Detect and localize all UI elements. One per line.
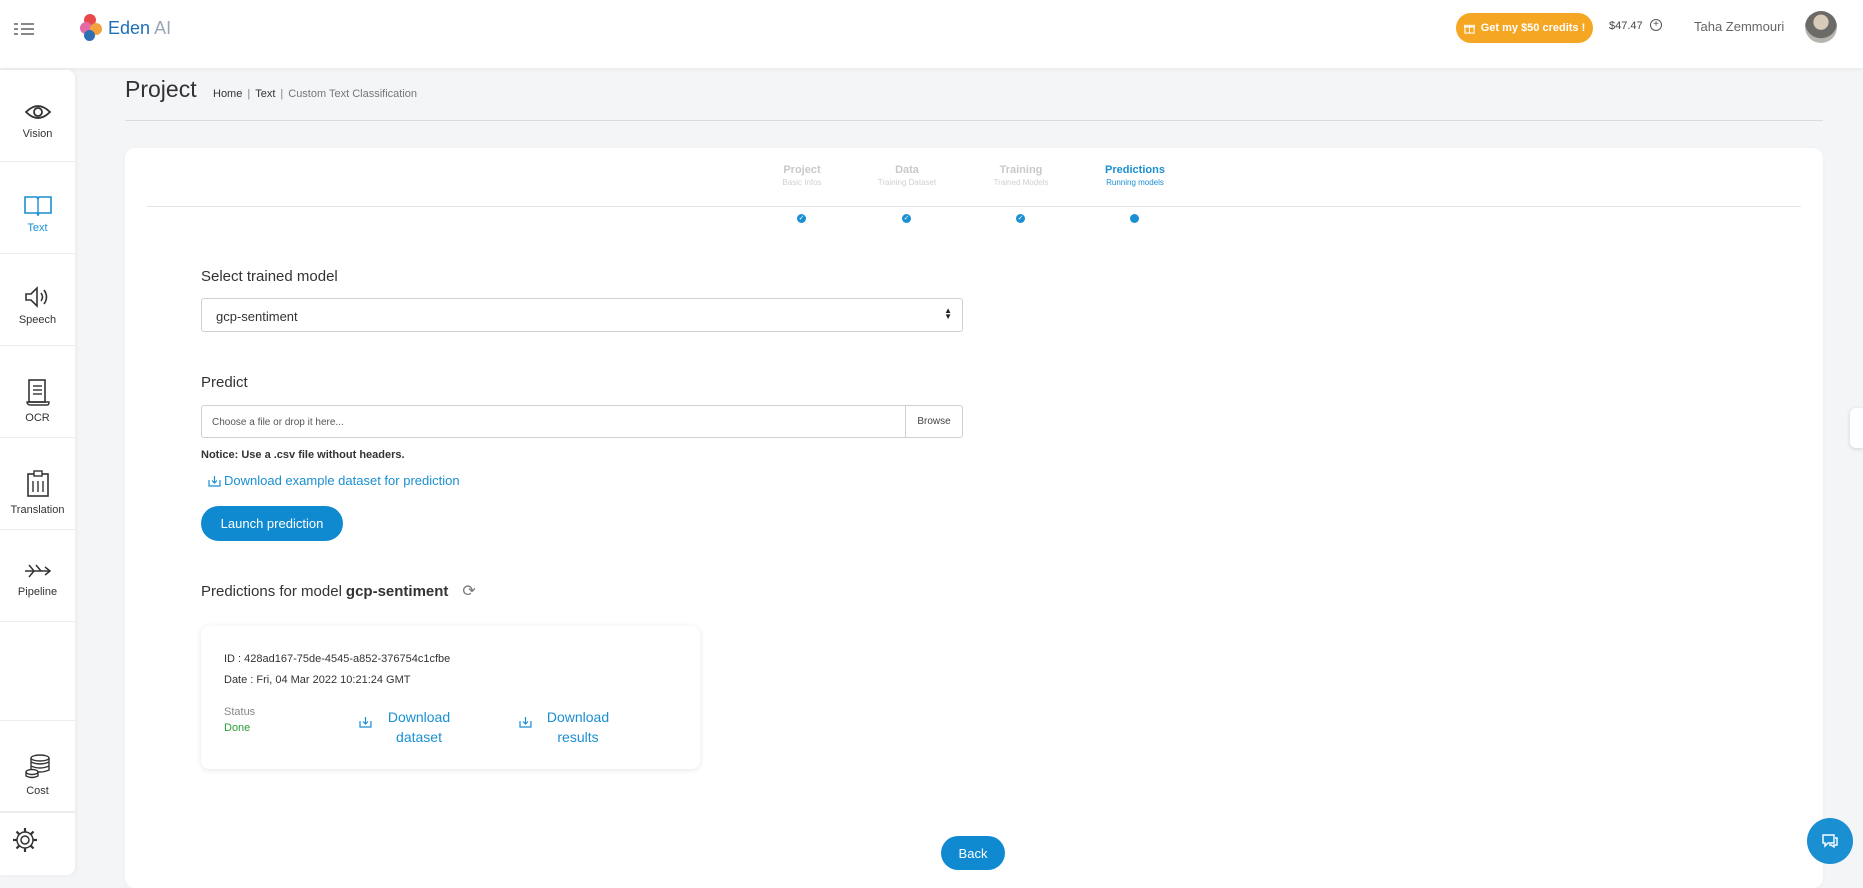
gear-icon — [13, 828, 37, 852]
model-select-value: gcp-sentiment — [216, 309, 298, 324]
clipboard-icon — [26, 470, 49, 497]
predictions-heading: Predictions for model gcp-sentiment ⟳ — [201, 581, 476, 601]
check-icon: ✓ — [797, 214, 806, 223]
book-icon — [23, 196, 52, 216]
sidebar-item-translation[interactable]: Translation — [0, 438, 75, 530]
divider — [125, 120, 1823, 121]
download-results-label: results — [557, 729, 599, 745]
step-title: Data — [895, 164, 919, 176]
sidebar-item-cost[interactable]: Cost — [0, 720, 75, 812]
download-icon — [359, 717, 372, 728]
chat-icon — [1822, 834, 1838, 849]
settings-button[interactable] — [12, 827, 38, 858]
speaker-icon — [24, 286, 47, 308]
main-card: Project Basic Infos ✓ Data Training Data… — [125, 148, 1823, 888]
gift-icon — [1463, 24, 1475, 34]
back-button[interactable]: Back — [941, 836, 1005, 870]
stepper-line — [147, 206, 1801, 207]
step-training[interactable]: Training Trained Models ✓ — [976, 164, 1066, 223]
select-model-label: Select trained model — [201, 268, 338, 285]
logo[interactable]: Eden AI — [80, 14, 171, 42]
sidebar-item-text[interactable]: Text — [0, 162, 75, 254]
sidebar-item-label: Vision — [22, 128, 53, 140]
download-dataset-link[interactable]: Download dataset — [379, 707, 459, 747]
sidebar-item-pipeline[interactable]: Pipeline — [0, 530, 75, 622]
page-title: Project — [125, 76, 197, 102]
download-example-label: Download example dataset for prediction — [224, 473, 460, 488]
step-title: Training — [999, 164, 1043, 176]
breadcrumb-home[interactable]: Home — [213, 88, 242, 100]
coins-icon — [24, 754, 50, 779]
eye-icon — [24, 105, 51, 119]
sidebar-item-label: Cost — [26, 785, 49, 797]
side-panel-toggle[interactable] — [1850, 408, 1863, 448]
menu-toggle-icon[interactable] — [14, 22, 36, 36]
sidebar-item-label: Translation — [10, 504, 65, 516]
step-subtitle: Training Dataset — [877, 178, 937, 187]
chat-button[interactable] — [1807, 818, 1853, 864]
launch-prediction-button[interactable]: Launch prediction — [201, 506, 343, 541]
download-icon — [208, 475, 221, 487]
sidebar-item-label: OCR — [25, 412, 50, 424]
breadcrumb: Home | Text | Custom Text Classification — [213, 88, 418, 100]
download-icon — [519, 717, 532, 728]
top-bar: Eden AI Get my $50 credits ! $47.47 + Ta… — [0, 0, 1863, 68]
step-subtitle: Basic Infos — [782, 178, 822, 187]
logo-text: Eden AI — [108, 17, 172, 38]
balance: $47.47 — [1609, 20, 1643, 32]
sidebar-item-vision[interactable]: Vision — [0, 70, 75, 162]
step-project[interactable]: Project Basic Infos ✓ — [757, 164, 847, 223]
download-example-link[interactable]: Download example dataset for prediction — [208, 473, 460, 488]
step-title: Project — [783, 164, 821, 176]
check-icon: ✓ — [902, 214, 911, 223]
breadcrumb-text[interactable]: Text — [255, 88, 275, 100]
prediction-card: ID : 428ad167-75de-4545-a852-376754c1cfb… — [201, 626, 700, 769]
sidebar-item-label: Speech — [18, 314, 57, 326]
download-results-label: Download — [546, 709, 610, 725]
username[interactable]: Taha Zemmouri — [1694, 19, 1784, 34]
download-dataset-label: Download — [387, 709, 451, 725]
check-icon: ✓ — [1016, 214, 1025, 223]
step-subtitle: Trained Models — [993, 178, 1049, 187]
get-credits-button[interactable]: Get my $50 credits ! — [1456, 13, 1593, 43]
scroll-icon — [25, 379, 50, 406]
step-data[interactable]: Data Training Dataset ✓ — [862, 164, 952, 223]
sidebar-item-ocr[interactable]: OCR — [0, 346, 75, 438]
select-arrows-icon: ▲ ▼ — [944, 306, 952, 321]
pipeline-icon — [24, 564, 51, 578]
logo-icon — [80, 14, 104, 42]
status-label: Status — [224, 706, 256, 718]
file-input[interactable]: Choose a file or drop it here... — [201, 405, 906, 438]
step-subtitle: Running models — [1106, 178, 1164, 187]
sidebar-item-label: Text — [27, 222, 48, 234]
step-predictions[interactable]: Predictions Running models — [1090, 164, 1180, 223]
active-step-dot — [1130, 214, 1139, 223]
predictions-model-name: gcp-sentiment — [345, 582, 449, 600]
refresh-icon[interactable]: ⟳ — [462, 581, 475, 601]
model-select[interactable]: gcp-sentiment ▲ ▼ — [201, 298, 963, 332]
predictions-title: Predictions for model — [201, 582, 342, 600]
credits-label: Get my $50 credits ! — [1480, 22, 1586, 34]
status-badge: Done — [224, 722, 251, 734]
predict-label: Predict — [201, 374, 248, 391]
notice-text: Notice: Use a .csv file without headers. — [201, 449, 405, 461]
breadcrumb-current: Custom Text Classification — [288, 88, 418, 100]
browse-button[interactable]: Browse — [905, 405, 963, 438]
prediction-date: Date : Fri, 04 Mar 2022 10:21:24 GMT — [224, 674, 411, 686]
add-funds-icon[interactable]: + — [1650, 19, 1662, 31]
download-dataset-label: dataset — [396, 729, 442, 745]
sidebar: Vision Text Speech OCR Translation Pipel… — [0, 70, 75, 875]
prediction-id: ID : 428ad167-75de-4545-a852-376754c1cfb… — [224, 653, 451, 665]
avatar[interactable] — [1805, 11, 1837, 43]
step-title: Predictions — [1105, 164, 1165, 176]
download-results-link[interactable]: Download results — [538, 707, 618, 747]
sidebar-item-label: Pipeline — [17, 586, 58, 598]
sidebar-item-speech[interactable]: Speech — [0, 254, 75, 346]
